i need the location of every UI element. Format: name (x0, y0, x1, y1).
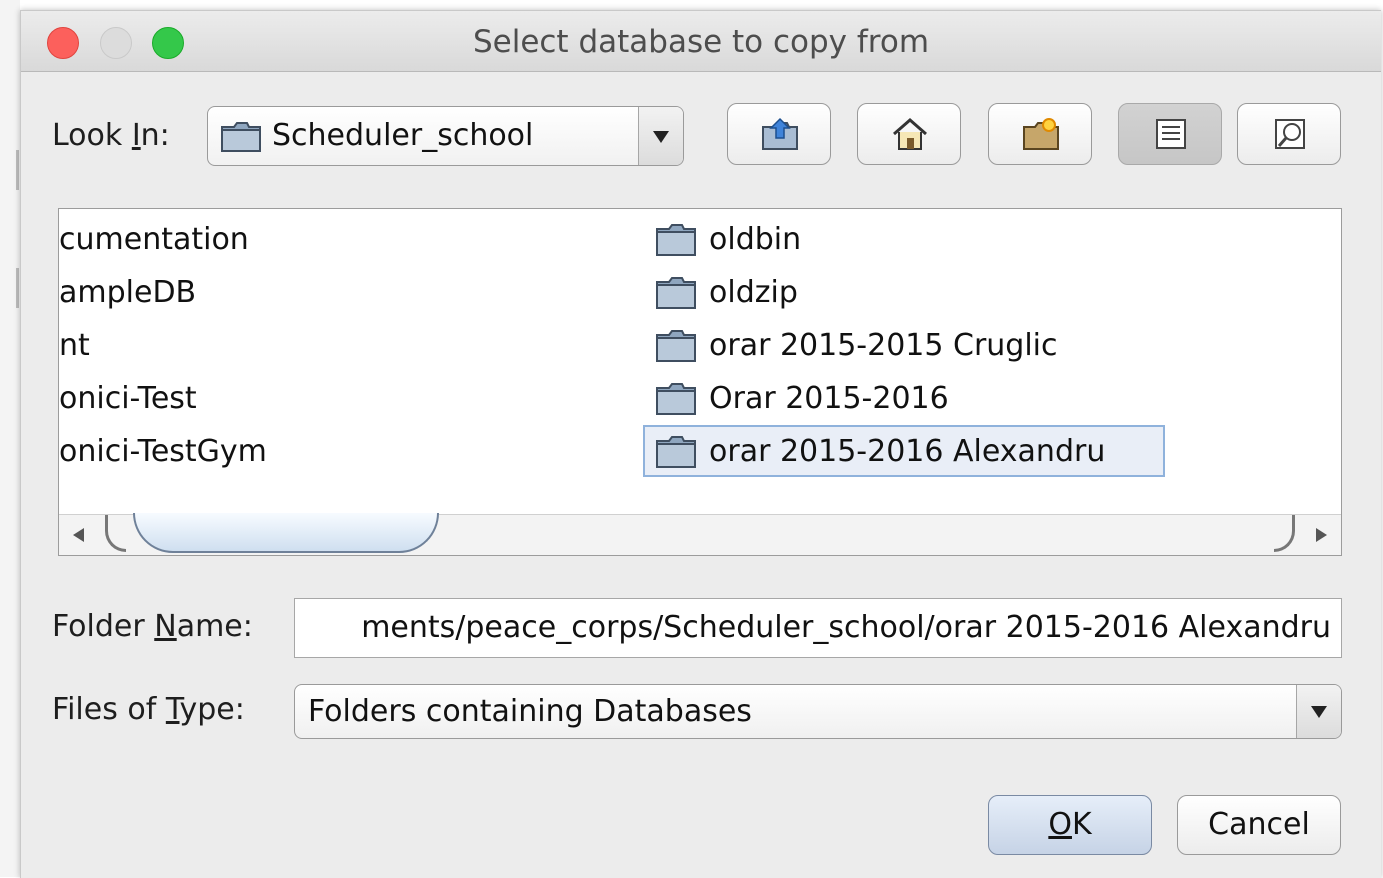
dialog-title: Select database to copy from (472, 24, 930, 60)
edge-mark (16, 268, 19, 308)
folder-up-icon (762, 117, 798, 150)
scroll-track-cap-right (1274, 515, 1295, 552)
folder-name-field[interactable]: ments/peace_corps/Scheduler_school/orar … (294, 598, 1342, 658)
look-in-value: Scheduler_school (272, 118, 534, 153)
cancel-button[interactable]: Cancel (1177, 795, 1341, 855)
ok-button[interactable]: OK (988, 795, 1152, 855)
scroll-right-arrow-icon[interactable] (1316, 528, 1327, 542)
list-view-icon (1156, 119, 1186, 149)
folder-icon (220, 121, 262, 157)
details-view-button[interactable] (1237, 103, 1341, 165)
folder-icon (655, 435, 697, 477)
folder-icon (655, 382, 697, 424)
list-item[interactable]: oldzip (643, 266, 1163, 318)
edge-mark (16, 150, 19, 190)
look-in-label: Look In: (52, 118, 170, 153)
details-view-icon (1275, 119, 1305, 149)
file-list[interactable]: cumentation ampleDB nt onici-Test onici-… (58, 208, 1342, 556)
list-item[interactable]: orar 2015-2015 Cruglic (643, 319, 1163, 371)
scroll-left-arrow-icon[interactable] (73, 528, 84, 542)
up-one-level-button[interactable] (727, 103, 831, 165)
folder-name-value: ments/peace_corps/Scheduler_school/orar … (361, 610, 1331, 645)
look-in-dropdown[interactable]: Scheduler_school (207, 106, 684, 166)
folder-icon (655, 276, 697, 318)
files-of-type-value: Folders containing Databases (308, 694, 752, 729)
background-window-edge (0, 0, 20, 877)
new-folder-icon (1023, 118, 1059, 150)
new-folder-button[interactable] (988, 103, 1092, 165)
files-of-type-dropdown-toggle[interactable] (1296, 685, 1341, 738)
chevron-down-icon (653, 131, 669, 143)
home-button[interactable] (857, 103, 961, 165)
files-of-type-label: Files of Type: (52, 692, 245, 727)
list-item[interactable]: Orar 2015-2016 (643, 372, 1163, 424)
look-in-dropdown-toggle[interactable] (638, 107, 683, 165)
scroll-track-cap-left (105, 515, 126, 552)
file-chooser-dialog: Select database to copy from Look In: Sc… (20, 10, 1381, 878)
folder-icon (655, 329, 697, 371)
folder-icon (655, 223, 697, 265)
title-bar[interactable]: Select database to copy from (21, 11, 1381, 72)
folder-name-label: Folder Name: (52, 609, 253, 644)
files-of-type-dropdown[interactable]: Folders containing Databases (294, 684, 1342, 739)
list-item[interactable]: oldbin (643, 213, 1163, 265)
chevron-down-icon (1311, 706, 1327, 718)
list-item-selected[interactable]: orar 2015-2016 Alexandru (643, 425, 1165, 477)
scrollbar-thumb[interactable] (133, 513, 439, 553)
home-icon (893, 118, 927, 150)
list-view-button[interactable] (1118, 103, 1222, 165)
horizontal-scrollbar[interactable] (59, 513, 1341, 555)
